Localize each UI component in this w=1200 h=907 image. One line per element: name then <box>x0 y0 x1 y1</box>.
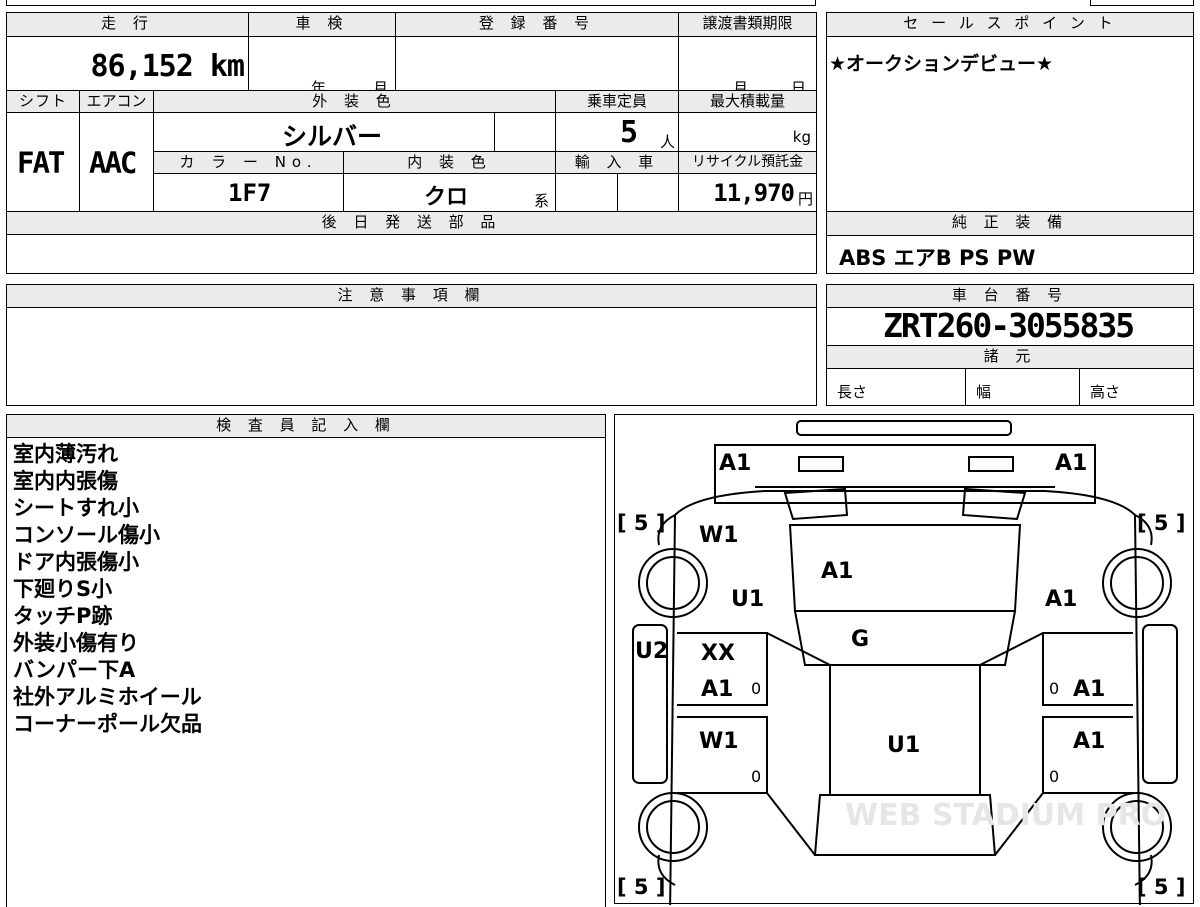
notes-cell <box>6 307 817 406</box>
capacity-unit: 人 <box>660 133 676 151</box>
color-no-cell: 1F7 <box>153 173 344 212</box>
color-no-value: 1F7 <box>228 179 272 207</box>
inspector-line: 社外アルミホイール <box>13 685 202 709</box>
import-cell-b <box>617 173 679 212</box>
spec-height-cell: 高さ <box>1079 368 1194 406</box>
max-load-unit: kg <box>792 128 811 146</box>
exterior-color-extra-cell <box>494 112 556 152</box>
inspector-line: 室内薄汚れ <box>13 442 118 466</box>
inspector-line: 下廻りS小 <box>13 577 113 601</box>
tire-rear-left: [ 5 ] <box>617 875 666 899</box>
label-windshield: W1 <box>699 523 739 548</box>
import-header: 輸 入 車 <box>555 151 679 174</box>
capacity-header: 乗車定員 <box>555 90 679 113</box>
label-right-front-fender: A1 <box>1045 587 1078 612</box>
top-strip-right <box>1090 0 1194 6</box>
tire-front-left: [ 5 ] <box>617 511 666 535</box>
label-zero-a: 0 <box>751 679 762 698</box>
label-right-front-door: A1 <box>1073 677 1106 702</box>
spec-length-label: 長さ <box>837 383 868 401</box>
inspector-line: コンソール傷小 <box>13 523 160 547</box>
shift-value: FAT <box>17 146 65 180</box>
aircon-cell: AAC <box>79 112 154 212</box>
spec-length-cell: 長さ <box>826 368 966 406</box>
shaken-header: 車 検 <box>248 12 396 37</box>
chassis-cell: ZRT260-3055835 <box>826 306 1194 346</box>
label-zero-c: 0 <box>751 767 762 786</box>
label-front-right: A1 <box>1055 451 1088 476</box>
later-parts-header: 後 日 発 送 部 品 <box>6 211 817 235</box>
inspector-line: 外装小傷有り <box>13 631 139 655</box>
later-parts-cell <box>6 234 817 274</box>
label-left-pillar: U2 <box>635 639 669 664</box>
color-no-header: カ ラ ー No. <box>153 151 344 174</box>
interior-color-cell: クロ 系 <box>343 173 556 212</box>
label-zero-b: 0 <box>1049 679 1060 698</box>
inspector-line: 室内内張傷 <box>13 469 118 493</box>
label-right-rear-door: A1 <box>1073 729 1106 754</box>
genuine-equipment-value: ABS エアB PS PW <box>839 246 1036 270</box>
recycle-cell: 11,970 円 <box>678 173 817 212</box>
capacity-cell: 5 人 <box>555 112 679 152</box>
shift-cell: FAT <box>6 112 80 212</box>
label-zero-d: 0 <box>1049 767 1060 786</box>
import-cell-a <box>555 173 618 212</box>
label-hood: A1 <box>821 559 854 584</box>
aircon-header: エアコン <box>79 90 154 113</box>
max-load-header: 最大積載量 <box>678 90 817 113</box>
spec-width-label: 幅 <box>976 383 992 401</box>
label-front-left: A1 <box>719 451 752 476</box>
interior-color-suffix: 系 <box>534 192 550 210</box>
genuine-equipment-header: 純 正 装 備 <box>826 211 1194 236</box>
notes-header: 注 意 事 項 欄 <box>6 284 817 308</box>
mileage-value: 86,152 km <box>90 49 245 84</box>
label-roof: U1 <box>887 733 921 758</box>
tire-rear-right: [ 5 ] <box>1137 875 1186 899</box>
inspector-line: タッチP跡 <box>13 604 113 628</box>
recycle-header: リサイクル預託金 <box>678 151 817 174</box>
inspector-line: シートすれ小 <box>13 496 139 520</box>
sales-point-text: ★オークションデビュー★ <box>829 53 1054 75</box>
aircon-value: AAC <box>89 146 137 180</box>
recycle-value: 11,970 <box>713 179 795 207</box>
specs-header: 諸 元 <box>826 345 1194 369</box>
inspector-line: コーナーポール欠品 <box>13 712 202 736</box>
inspector-lines: 室内薄汚れ 室内内張傷 シートすれ小 コンソール傷小 ドア内張傷小 下廻りS小 … <box>13 441 202 738</box>
chassis-header: 車 台 番 号 <box>826 284 1194 308</box>
top-strip-left <box>6 0 816 6</box>
shift-header: シフト <box>6 90 80 113</box>
spec-width-cell: 幅 <box>965 368 1080 406</box>
inspector-line: ドア内張傷小 <box>13 550 139 574</box>
transfer-deadline-header: 譲渡書類期限 <box>678 12 817 37</box>
capacity-value: 5 <box>620 115 639 150</box>
inspector-cell: 室内薄汚れ 室内内張傷 シートすれ小 コンソール傷小 ドア内張傷小 下廻りS小 … <box>6 437 606 907</box>
label-left-rear-door: W1 <box>699 729 739 754</box>
inspector-header: 検 査 員 記 入 欄 <box>6 414 606 438</box>
sales-point-cell: ★オークションデビュー★ <box>826 36 1194 212</box>
car-diagram-panel: WEB STADIUM PRO A1 A1 W1 A1 U1 A1 G U2 X… <box>614 414 1194 905</box>
label-left-front-door-2: A1 <box>701 677 734 702</box>
tire-front-right: [ 5 ] <box>1137 511 1186 535</box>
interior-color-value: クロ <box>424 185 469 210</box>
spec-height-label: 高さ <box>1090 383 1121 401</box>
exterior-color-value: シルバー <box>282 122 383 151</box>
label-glass: G <box>851 627 870 652</box>
inspector-line: バンパー下A <box>13 658 136 682</box>
mileage-header: 走 行 <box>6 12 249 37</box>
summary-table: 走 行 車 検 登 録 番 号 譲渡書類期限 86,152 km 年 月 月 日… <box>6 12 817 274</box>
recycle-unit: 円 <box>797 190 813 208</box>
exterior-color-cell: シルバー <box>153 112 495 152</box>
max-load-cell: kg <box>678 112 817 152</box>
chassis-number: ZRT260-3055835 <box>883 306 1135 345</box>
genuine-equipment-cell: ABS エアB PS PW <box>826 235 1194 274</box>
interior-color-header: 内 装 色 <box>343 151 556 174</box>
sales-point-header: セ ー ル ス ポ イ ン ト <box>826 12 1194 37</box>
registration-header: 登 録 番 号 <box>395 12 679 37</box>
label-left-front-fender: U1 <box>731 587 765 612</box>
label-left-front-door-1: XX <box>701 641 735 666</box>
exterior-color-header: 外 装 色 <box>153 90 556 113</box>
watermark: WEB STADIUM PRO <box>845 798 1166 833</box>
